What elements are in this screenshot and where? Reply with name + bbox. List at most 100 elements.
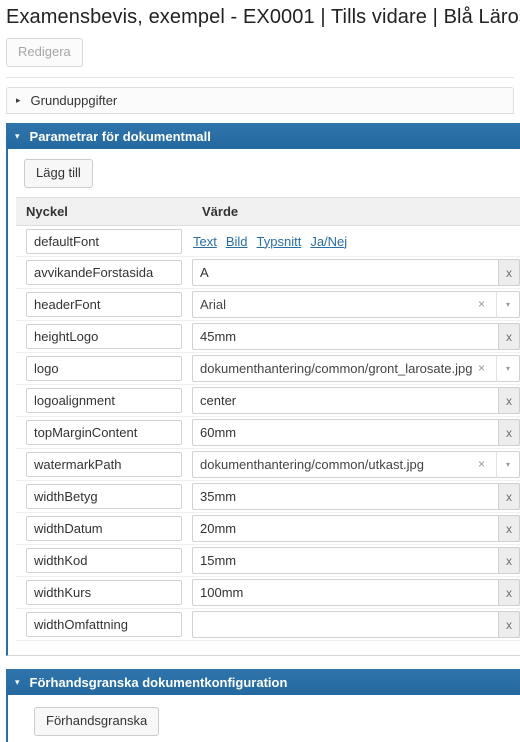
parameter-value-select-field[interactable]: dokumenthantering/common/gront_larosate.… bbox=[192, 355, 496, 382]
parameter-value-cell: dokumenthantering/common/utkast.jpg × ▾ bbox=[192, 448, 520, 481]
parameter-value-cell: 20mm x bbox=[192, 512, 520, 545]
parameter-key-cell: topMarginContent bbox=[16, 416, 192, 449]
parameter-key-cell: avvikandeForstasida bbox=[16, 256, 192, 289]
parameter-value-cell: Text Bild Typsnitt Ja/Nej bbox=[192, 225, 520, 257]
parameter-value-cell: 35mm x bbox=[192, 480, 520, 513]
clear-button[interactable]: x bbox=[498, 611, 520, 638]
parameter-key-input[interactable]: avvikandeForstasida bbox=[26, 260, 182, 285]
clear-icon[interactable]: × bbox=[472, 292, 489, 317]
table-row: avvikandeForstasida Ax bbox=[16, 256, 520, 289]
parameter-value-cell: dokumenthantering/common/gront_larosate.… bbox=[192, 352, 520, 385]
parameter-value-input[interactable]: 60mm bbox=[192, 419, 498, 446]
parameter-value-input-group: 60mm x bbox=[192, 419, 520, 446]
table-header-row: Nyckel Värde bbox=[16, 197, 520, 226]
parameter-value-input-group: 100mm x bbox=[192, 579, 520, 606]
section-forhandsgranska-body: Förhandsgranska <?xml version="1.0" enco… bbox=[6, 695, 520, 742]
parameter-value-input[interactable]: A bbox=[192, 259, 498, 286]
parameter-value-cell: 45mm x bbox=[192, 320, 520, 353]
table-row: topMarginContent 60mm x bbox=[16, 416, 520, 449]
value-type-link-bild[interactable]: Bild bbox=[226, 234, 248, 249]
value-type-link-text[interactable]: Text bbox=[193, 234, 217, 249]
column-header-nyckel: Nyckel bbox=[16, 197, 192, 226]
parameter-value-text: Arial bbox=[200, 297, 227, 312]
chevron-down-icon[interactable]: ▾ bbox=[496, 291, 520, 318]
parameter-value-cell: center x bbox=[192, 384, 520, 417]
parameter-key-input[interactable]: widthBetyg bbox=[26, 484, 182, 509]
parameter-value-cell: Arial × ▾ bbox=[192, 288, 520, 321]
preview-button[interactable]: Förhandsgranska bbox=[34, 707, 160, 736]
parameter-key-cell: widthBetyg bbox=[16, 480, 192, 513]
clear-button[interactable]: x bbox=[498, 387, 520, 414]
table-row: widthKurs 100mm x bbox=[16, 576, 520, 609]
section-grunduppgifter[interactable]: ▸ Grunduppgifter bbox=[6, 87, 514, 114]
parameter-key-input[interactable]: logoalignment bbox=[26, 388, 182, 413]
clear-icon[interactable]: × bbox=[472, 452, 489, 477]
clear-button[interactable]: x bbox=[498, 547, 520, 574]
section-forhandsgranska: ▾ Förhandsgranska dokumentkonfiguration … bbox=[6, 669, 520, 742]
section-parametrar-label: Parametrar för dokumentmall bbox=[29, 128, 211, 144]
edit-button[interactable]: Redigera bbox=[6, 38, 83, 67]
parameter-value-input[interactable]: 45mm bbox=[192, 323, 498, 350]
section-grunduppgifter-label: Grunduppgifter bbox=[30, 93, 118, 108]
chevron-down-icon[interactable]: ▾ bbox=[496, 355, 520, 382]
parameter-key-input[interactable]: watermarkPath bbox=[26, 452, 182, 477]
table-row: widthBetyg 35mm x bbox=[16, 480, 520, 513]
page-title: Examensbevis, exempel - EX0001 | Tills v… bbox=[6, 6, 520, 28]
clear-button[interactable]: x bbox=[498, 483, 520, 510]
parameter-table-body: defaultFont Text Bild Typsnitt Ja/Nej avvikan… bbox=[16, 225, 520, 641]
clear-button[interactable]: x bbox=[498, 579, 520, 606]
table-row: headerFont Arial × ▾ bbox=[16, 288, 520, 321]
preview-button-wrap: Förhandsgranska bbox=[8, 707, 520, 736]
page-root: Examensbevis, exempel - EX0001 | Tills v… bbox=[0, 0, 520, 742]
parameter-value-input-group: 15mm x bbox=[192, 547, 520, 574]
parameter-key-input[interactable]: widthKurs bbox=[26, 580, 182, 605]
parameter-value-input[interactable]: center bbox=[192, 387, 498, 414]
parameter-key-input[interactable]: heightLogo bbox=[26, 324, 182, 349]
parameter-key-input[interactable]: widthDatum bbox=[26, 516, 182, 541]
chevron-down-icon[interactable]: ▾ bbox=[496, 451, 520, 478]
parameter-value-input-group: Ax bbox=[192, 259, 520, 286]
parameter-value-input[interactable]: 35mm bbox=[192, 483, 498, 510]
value-type-link-typsnitt[interactable]: Typsnitt bbox=[257, 234, 302, 249]
parameter-key-input[interactable]: widthKod bbox=[26, 548, 182, 573]
table-row: logo dokumenthantering/common/gront_laros… bbox=[16, 352, 520, 385]
parameter-value-input-group: 45mm x bbox=[192, 323, 520, 350]
section-parametrar-body: Lägg till Nyckel Värde defaultFont Text Bi… bbox=[6, 149, 520, 656]
parameter-key-input[interactable]: logo bbox=[26, 356, 182, 381]
table-row: defaultFont Text Bild Typsnitt Ja/Nej bbox=[16, 225, 520, 257]
section-parametrar-header[interactable]: ▾ Parametrar för dokumentmall bbox=[6, 123, 520, 149]
parameter-key-cell: widthDatum bbox=[16, 512, 192, 545]
parameter-value-cell: Ax bbox=[192, 256, 520, 289]
parameter-key-input[interactable]: headerFont bbox=[26, 292, 182, 317]
parameter-value-input[interactable]: 20mm bbox=[192, 515, 498, 542]
parameter-key-cell: widthOmfattning bbox=[16, 608, 192, 641]
toolbar: Redigera bbox=[0, 29, 520, 67]
chevron-down-icon: ▾ bbox=[15, 676, 20, 687]
parameter-key-input[interactable]: widthOmfattning bbox=[26, 612, 182, 637]
parameter-key-input[interactable]: defaultFont bbox=[26, 228, 182, 254]
parameter-key-cell: watermarkPath bbox=[16, 448, 192, 481]
parameter-key-cell: headerFont bbox=[16, 288, 192, 321]
parameter-value-select-field[interactable]: dokumenthantering/common/utkast.jpg × bbox=[192, 451, 496, 478]
table-row: watermarkPath dokumenthantering/common/ut… bbox=[16, 448, 520, 481]
parameter-value-select-field[interactable]: Arial × bbox=[192, 291, 496, 318]
parameter-value-cell: x bbox=[192, 608, 520, 641]
section-forhandsgranska-label: Förhandsgranska dokumentkonfiguration bbox=[29, 674, 288, 690]
clear-button[interactable]: x bbox=[498, 259, 520, 286]
parameter-value-input[interactable] bbox=[192, 611, 498, 638]
add-parameter-button[interactable]: Lägg till bbox=[24, 159, 93, 188]
table-row: heightLogo 45mm x bbox=[16, 320, 520, 353]
clear-button[interactable]: x bbox=[498, 515, 520, 542]
parameter-value-input[interactable]: 100mm bbox=[192, 579, 498, 606]
clear-button[interactable]: x bbox=[498, 419, 520, 446]
clear-button[interactable]: x bbox=[498, 323, 520, 350]
clear-icon[interactable]: × bbox=[472, 356, 489, 381]
value-type-link-ja-nej[interactable]: Ja/Nej bbox=[310, 234, 347, 249]
parameter-value-input[interactable]: 15mm bbox=[192, 547, 498, 574]
parameter-key-input[interactable]: topMarginContent bbox=[26, 420, 182, 445]
table-row: widthDatum 20mm x bbox=[16, 512, 520, 545]
parameter-key-cell: logoalignment bbox=[16, 384, 192, 417]
parameter-key-cell: heightLogo bbox=[16, 320, 192, 353]
section-forhandsgranska-header[interactable]: ▾ Förhandsgranska dokumentkonfiguration bbox=[6, 669, 520, 695]
parameter-value-cell: 15mm x bbox=[192, 544, 520, 577]
